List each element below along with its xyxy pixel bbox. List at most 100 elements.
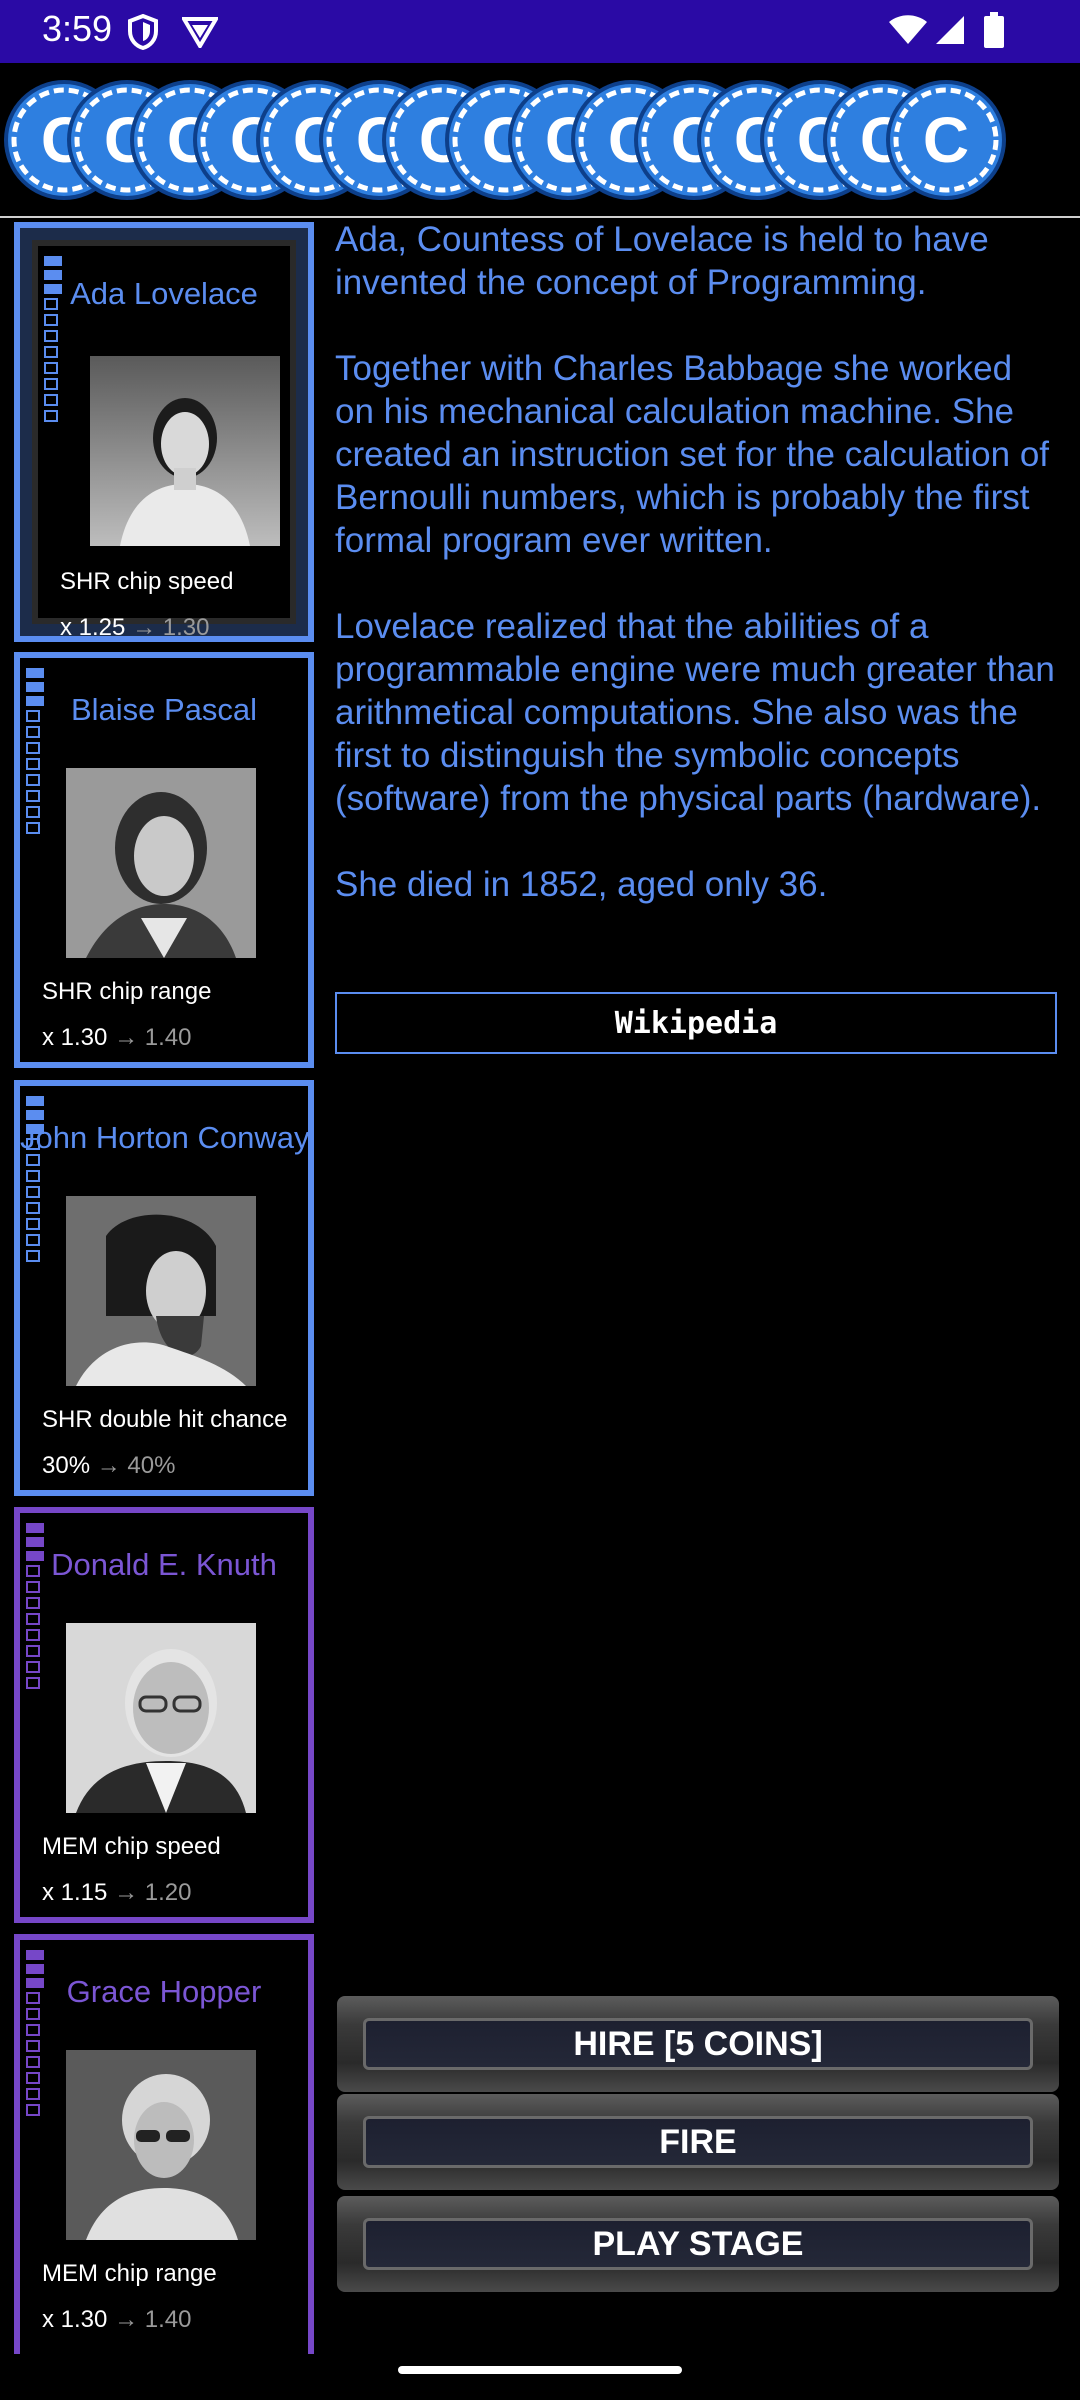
level-rung: [26, 2056, 40, 2068]
stat-next: → 1.40: [114, 2306, 192, 2333]
fire-button[interactable]: FIRE: [337, 2094, 1059, 2190]
level-rung: [26, 758, 40, 770]
portrait-grace-hopper: [66, 2050, 256, 2240]
stat-current: x 1.15: [42, 1879, 108, 1906]
status-time: 3:59: [42, 8, 113, 49]
hire-button[interactable]: HIRE [5 COINS]: [337, 1996, 1059, 2092]
scientist-card-donald-knuth[interactable]: Donald E. Knuth MEM chip speed x 1.15 → …: [14, 1507, 314, 1923]
level-rung: [26, 1096, 44, 1106]
scientist-card-john-horton-conway[interactable]: John Horton Conway SHR double hit chance…: [14, 1080, 314, 1496]
level-rung: [26, 1523, 44, 1533]
svg-text:C: C: [923, 104, 969, 176]
level-rung: [26, 1537, 44, 1547]
card-inner: John Horton Conway SHR double hit chance…: [20, 1086, 310, 1490]
level-rung: [26, 1661, 40, 1673]
description-paragraph: Ada, Countess of Lovelace is held to hav…: [335, 220, 989, 302]
level-rung: [44, 410, 58, 422]
card-name: Blaise Pascal: [70, 692, 258, 727]
level-rung: [26, 1218, 40, 1230]
stat-value: 30% → 40%: [42, 1452, 175, 1480]
wifi-icon: [889, 15, 927, 44]
scientist-card-ada-lovelace[interactable]: Ada Lovelace SHR chip speed x 1.25 → 1.3…: [14, 222, 314, 642]
level-rung: [26, 1597, 40, 1609]
stat-value: x 1.30 → 1.40: [42, 1024, 191, 1052]
vpn-icon: [182, 17, 218, 48]
level-rung: [44, 362, 58, 374]
stat-value: x 1.30 → 1.40: [42, 2306, 191, 2334]
play-stage-button-label: PLAY STAGE: [592, 2224, 804, 2263]
stat-value: x 1.15 → 1.20: [42, 1879, 191, 1907]
card-name: Grace Hopper: [66, 1974, 262, 2009]
stat-current: x 1.30: [42, 2306, 108, 2333]
stat-current: x 1.25: [60, 614, 126, 641]
stat-label: MEM chip range: [42, 2260, 217, 2287]
card-name: Ada Lovelace: [70, 276, 258, 311]
stat-label: SHR chip speed: [60, 568, 234, 595]
scientist-card-blaise-pascal[interactable]: Blaise Pascal SHR chip range x 1.30 → 1.…: [14, 652, 314, 1068]
portrait-john-horton-conway: [66, 1196, 256, 1386]
stat-next: → 1.20: [114, 1879, 192, 1906]
level-rung: [26, 1677, 40, 1689]
level-rung: [26, 1250, 40, 1262]
fire-button-label: FIRE: [659, 2122, 737, 2161]
scientist-description: Ada, Countess of Lovelace is held to hav…: [335, 218, 1055, 949]
stat-next: → 1.30: [132, 614, 210, 641]
card-inner: Blaise Pascal SHR chip range x 1.30 → 1.…: [20, 658, 308, 1062]
shield-icon: [128, 14, 158, 50]
description-paragraph: Together with Charles Babbage she worked…: [335, 349, 1050, 560]
level-rung: [44, 256, 62, 266]
stat-label: MEM chip speed: [42, 1833, 221, 1860]
level-rung: [26, 2104, 40, 2116]
level-rung: [44, 394, 58, 406]
level-rung: [26, 790, 40, 802]
home-indicator[interactable]: [398, 2366, 682, 2374]
level-rung: [26, 2040, 40, 2052]
stat-label: SHR double hit chance: [42, 1406, 288, 1433]
portrait-donald-knuth: [66, 1623, 256, 1813]
level-rung: [26, 742, 40, 754]
coin-icon: C: [886, 80, 1006, 200]
stat-current: x 1.30: [42, 1024, 108, 1051]
battery-icon: [984, 12, 1004, 48]
stat-current: 30%: [42, 1452, 91, 1479]
card-name: John Horton Conway: [20, 1120, 310, 1155]
level-rung: [26, 1186, 40, 1198]
level-rung: [26, 668, 44, 678]
stat-next: → 40%: [96, 1452, 176, 1479]
hire-button-label: HIRE [5 COINS]: [573, 2024, 823, 2063]
stat-next: → 1.40: [114, 1024, 192, 1051]
card-inner: Ada Lovelace SHR chip speed x 1.25 → 1.3…: [32, 240, 296, 641]
card-inner: Donald E. Knuth MEM chip speed x 1.15 → …: [20, 1513, 308, 1917]
level-rung: [44, 314, 58, 326]
stat-label: SHR chip range: [42, 978, 212, 1005]
description-paragraph: Lovelace realized that the abilities of …: [335, 607, 1055, 818]
play-stage-button[interactable]: PLAY STAGE: [337, 2196, 1059, 2292]
level-rung: [26, 682, 44, 692]
level-rung: [44, 330, 58, 342]
level-rung: [26, 1110, 44, 1120]
signal-icon: [936, 16, 964, 44]
stat-value: x 1.25 → 1.30: [60, 614, 209, 642]
level-rung: [26, 2088, 40, 2100]
description-paragraph: She died in 1852, aged only 36.: [335, 865, 828, 904]
level-rung: [26, 1613, 40, 1625]
card-name: Donald E. Knuth: [51, 1547, 277, 1582]
level-rung: [26, 2072, 40, 2084]
portrait-blaise-pascal: [66, 768, 256, 958]
card-inner: Grace Hopper MEM chip range x 1.30 → 1.4…: [20, 1940, 308, 2354]
level-rung: [26, 806, 40, 818]
level-rung: [26, 1645, 40, 1657]
level-rung: [26, 774, 40, 786]
status-bar: 3:59: [0, 0, 1080, 63]
level-rung: [26, 822, 40, 834]
level-rung: [26, 1202, 40, 1214]
level-rung: [26, 1234, 40, 1246]
portrait-ada-lovelace: [90, 356, 280, 546]
wikipedia-button[interactable]: Wikipedia: [335, 992, 1057, 1054]
level-rung: [26, 1629, 40, 1641]
scientist-card-grace-hopper[interactable]: Grace Hopper MEM chip range x 1.30 → 1.4…: [14, 1934, 314, 2354]
level-rung: [44, 378, 58, 390]
level-rung: [26, 2024, 40, 2036]
level-rung: [26, 1950, 44, 1960]
level-rung: [44, 346, 58, 358]
